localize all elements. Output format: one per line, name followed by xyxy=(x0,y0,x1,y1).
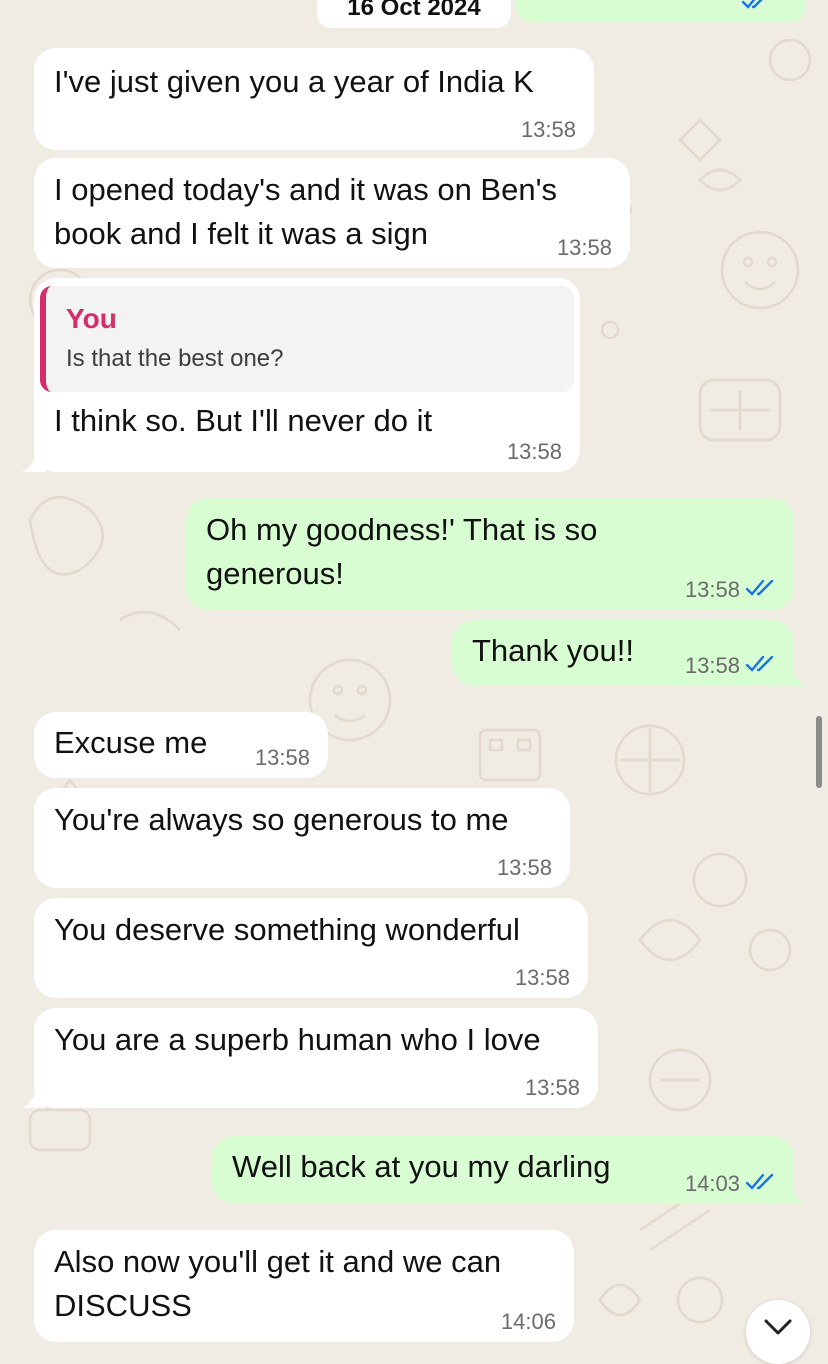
message-time: 13:58 xyxy=(496,855,552,880)
message-text: You deserve something wonderful xyxy=(54,912,520,947)
scroll-to-bottom-button[interactable] xyxy=(746,1300,810,1364)
message-text: Oh my goodness!' That is so xyxy=(206,512,598,547)
message-time: 13:58 xyxy=(506,439,562,464)
incoming-message[interactable]: You are a superb human who I love 13:58 xyxy=(22,1008,598,1108)
outgoing-message[interactable]: Oh my goodness!' That is so generous! 13… xyxy=(186,498,794,610)
incoming-message[interactable]: You're always so generous to me 13:58 xyxy=(34,788,570,888)
message-text-line2: DISCUSS xyxy=(54,1288,192,1323)
incoming-message[interactable]: Also now you'll get it and we can DISCUS… xyxy=(34,1230,574,1342)
incoming-message[interactable]: You deserve something wonderful 13:58 xyxy=(34,898,588,998)
incoming-message[interactable]: I've just given you a year of India K 13… xyxy=(34,48,594,150)
incoming-message[interactable]: Excuse me 13:58 xyxy=(34,712,328,778)
quoted-text: Is that the best one? xyxy=(66,345,284,372)
message-time: 13:58 xyxy=(254,745,310,770)
incoming-reply-message[interactable]: You Is that the best one? I think so. Bu… xyxy=(22,278,580,472)
message-time: 13:58 xyxy=(520,117,576,142)
scrollbar-thumb[interactable] xyxy=(816,716,822,788)
previous-outgoing-message-fragment[interactable] xyxy=(516,0,806,22)
message-text: You're always so generous to me xyxy=(54,802,509,837)
message-text: I opened today's and it was on Ben's xyxy=(54,172,558,207)
double-check-icon xyxy=(745,654,776,678)
message-time: 14:06 xyxy=(500,1309,556,1334)
incoming-message[interactable]: I opened today's and it was on Ben's boo… xyxy=(34,158,630,268)
outgoing-message[interactable]: Well back at you my darling 14:03 xyxy=(212,1136,806,1204)
quoted-author: You xyxy=(66,303,117,334)
date-label: 16 Oct 2024 xyxy=(347,0,481,21)
message-time: 13:58 xyxy=(556,235,612,260)
message-text: I've just given you a year of India K xyxy=(54,64,534,99)
message-time: 13:58 xyxy=(514,965,570,990)
message-time: 13:58 xyxy=(684,653,740,678)
message-text: You are a superb human who I love xyxy=(54,1022,541,1057)
double-check-icon xyxy=(741,0,770,14)
chevron-down-icon xyxy=(763,1318,793,1341)
outgoing-message[interactable]: Thank you!! 13:58 xyxy=(452,620,806,686)
message-text: Also now you'll get it and we can xyxy=(54,1244,502,1279)
double-check-icon xyxy=(745,578,776,602)
message-text: I think so. But I'll never do it xyxy=(54,403,433,438)
message-time: 13:58 xyxy=(684,577,740,602)
double-check-icon xyxy=(745,1172,776,1196)
date-separator: 16 Oct 2024 xyxy=(317,0,511,28)
quoted-message[interactable]: You Is that the best one? xyxy=(40,286,574,392)
message-text-line2: book and I felt it was a sign xyxy=(54,216,428,251)
message-time: 13:58 xyxy=(524,1075,580,1100)
message-time: 14:03 xyxy=(684,1171,740,1196)
